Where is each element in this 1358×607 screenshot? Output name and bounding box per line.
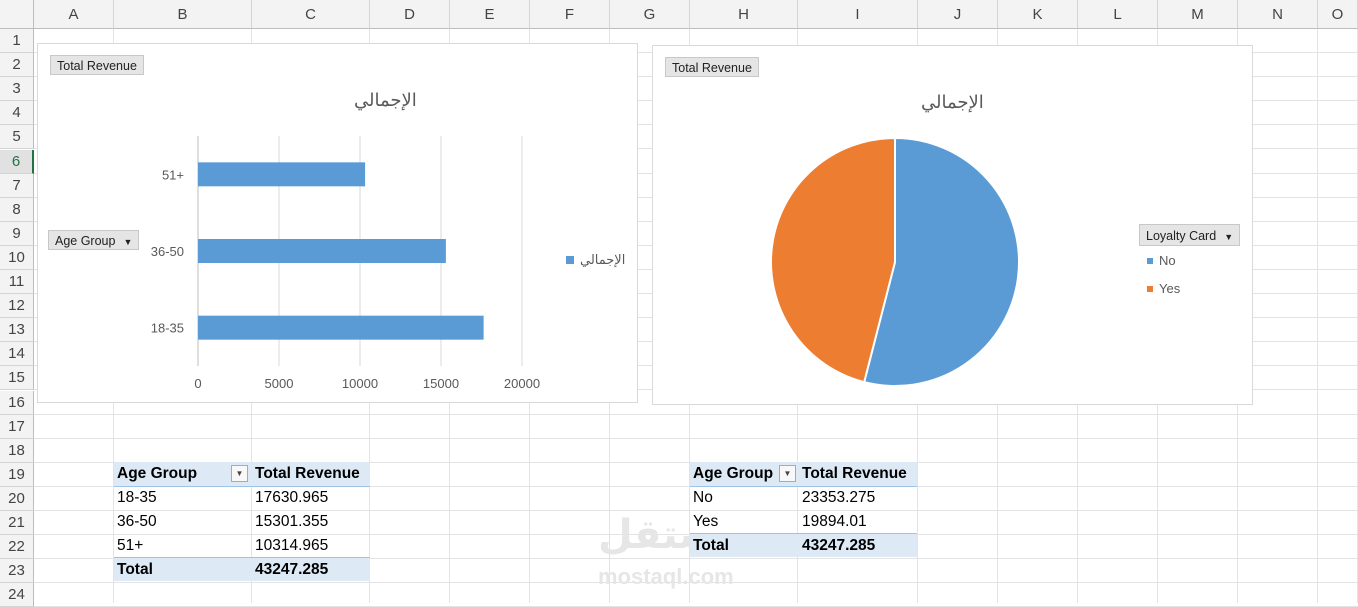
column-header-F[interactable]: F <box>530 0 610 29</box>
pivot-total-label[interactable]: Total <box>693 534 729 558</box>
row-header-12[interactable]: 12 <box>0 294 34 319</box>
bar-36-50[interactable] <box>198 239 446 263</box>
row-header-9[interactable]: 9 <box>0 221 34 246</box>
pivot-row-value[interactable]: 10314.965 <box>255 534 328 558</box>
legend-item-no: No <box>1147 253 1176 268</box>
column-header-C[interactable]: C <box>252 0 370 29</box>
filter-dropdown-icon[interactable]: ▼ <box>231 465 248 482</box>
watermark-text: mostaql.com <box>598 564 734 589</box>
pivot-total-value[interactable]: 43247.285 <box>255 558 328 582</box>
filter-dropdown-icon[interactable]: ▼ <box>779 465 796 482</box>
pivot-total-label[interactable]: Total <box>117 558 153 582</box>
grid-line <box>34 437 1358 439</box>
column-header-L[interactable]: L <box>1078 0 1158 29</box>
column-header-N[interactable]: N <box>1238 0 1318 29</box>
legend-swatch-icon <box>1147 285 1153 292</box>
select-all-corner[interactable] <box>0 0 34 29</box>
bar-chart[interactable]: Total Revenue الإجمالي Age Group ▼ 0 5000 1… <box>37 43 638 403</box>
loyalty-card-label: Loyalty Card <box>1146 229 1217 243</box>
row-header-11[interactable]: 11 <box>0 270 34 294</box>
pivot-header-total-revenue: Total Revenue <box>255 465 360 482</box>
bar-18-35[interactable] <box>198 315 484 340</box>
y-tick-label: 18-35 <box>151 321 184 336</box>
x-tick-label: 15000 <box>423 376 459 391</box>
legend-label: الإجمالي <box>580 252 626 267</box>
pivot-row-value[interactable]: 15301.355 <box>255 510 328 534</box>
pivot-row-value[interactable]: 17630.965 <box>255 486 328 510</box>
loyalty-card-legend-button[interactable]: Loyalty Card ▼ <box>1139 224 1241 246</box>
row-header-14[interactable]: 14 <box>0 342 34 367</box>
row-header-19[interactable]: 19 <box>0 462 34 487</box>
row-header-4[interactable]: 4 <box>0 101 34 126</box>
row-header-5[interactable]: 5 <box>0 125 34 150</box>
grid-line <box>34 413 1358 415</box>
pivot-row-label[interactable]: Yes <box>693 510 718 534</box>
legend-swatch-icon <box>566 256 574 264</box>
dropdown-arrow-icon: ▼ <box>1224 231 1234 242</box>
x-tick-label: 20000 <box>504 376 540 391</box>
bar-legend: الإجمالي <box>566 252 625 268</box>
row-header-6[interactable]: 6 <box>0 149 34 174</box>
row-header-20[interactable]: 20 <box>0 486 34 511</box>
row-header-16[interactable]: 16 <box>0 390 34 415</box>
pivot-row-label[interactable]: 18-35 <box>117 486 157 510</box>
column-header-J[interactable]: J <box>918 0 998 29</box>
legend-swatch-icon <box>1147 257 1153 264</box>
pivot-header-age-group: Age Group <box>117 465 198 482</box>
row-header-24[interactable]: 24 <box>0 583 34 607</box>
row-header-13[interactable]: 13 <box>0 318 34 343</box>
pivot-row-label[interactable]: 51+ <box>117 534 143 558</box>
pivot-row-value[interactable]: 19894.01 <box>802 510 867 534</box>
row-header-17[interactable]: 17 <box>0 414 34 439</box>
x-tick-label: 10000 <box>342 376 378 391</box>
legend-label: Yes <box>1159 281 1181 296</box>
row-header-2[interactable]: 2 <box>0 53 34 78</box>
spreadsheet-grid: ABCDEFGHIJKLMNO 1 2 3 4 5 6 7 8 9 10 11 12 13 14 15 16 1… <box>0 0 1358 607</box>
bar-plot-area: 0 5000 10000 15000 20000 18-35 36-50 51+ <box>151 136 540 391</box>
x-tick-label: 0 <box>194 376 201 391</box>
row-header-15[interactable]: 15 <box>0 366 34 391</box>
column-header-E[interactable]: E <box>450 0 530 29</box>
pivot-total-value[interactable]: 43247.285 <box>802 534 875 558</box>
column-header-M[interactable]: M <box>1158 0 1238 29</box>
column-header-D[interactable]: D <box>370 0 450 29</box>
column-header-G[interactable]: G <box>610 0 690 29</box>
pivot-header-total-revenue: Total Revenue <box>802 465 907 482</box>
column-header-O[interactable]: O <box>1318 0 1358 29</box>
legend-item-yes: Yes <box>1147 281 1180 296</box>
pivot-header-age-group: Age Group <box>693 465 774 482</box>
row-header-1[interactable]: 1 <box>0 29 34 53</box>
column-header-B[interactable]: B <box>114 0 252 29</box>
pivot-row-label[interactable]: 36-50 <box>117 510 157 534</box>
column-header-H[interactable]: H <box>690 0 798 29</box>
row-header-23[interactable]: 23 <box>0 559 34 584</box>
grid-line <box>1317 29 1318 603</box>
x-tick-label: 5000 <box>265 376 294 391</box>
row-header-10[interactable]: 10 <box>0 245 34 270</box>
row-header-3[interactable]: 3 <box>0 77 34 102</box>
pivot-row-value[interactable]: 23353.275 <box>802 486 875 510</box>
pie-chart[interactable]: Total Revenue الإجمالي Loyalty Card ▼ No … <box>652 45 1253 405</box>
column-header-I[interactable]: I <box>798 0 918 29</box>
bar-51+[interactable] <box>198 162 366 187</box>
row-header-7[interactable]: 7 <box>0 173 34 198</box>
y-tick-label: 51+ <box>162 167 184 182</box>
pivot-row-label[interactable]: No <box>693 486 713 510</box>
y-tick-label: 36-50 <box>151 244 184 259</box>
column-header-A[interactable]: A <box>34 0 114 29</box>
legend-label: No <box>1159 253 1176 268</box>
column-header-K[interactable]: K <box>998 0 1078 29</box>
row-header-21[interactable]: 21 <box>0 511 34 535</box>
row-header-22[interactable]: 22 <box>0 535 34 560</box>
row-header-18[interactable]: 18 <box>0 438 34 463</box>
row-header-8[interactable]: 8 <box>0 197 34 222</box>
